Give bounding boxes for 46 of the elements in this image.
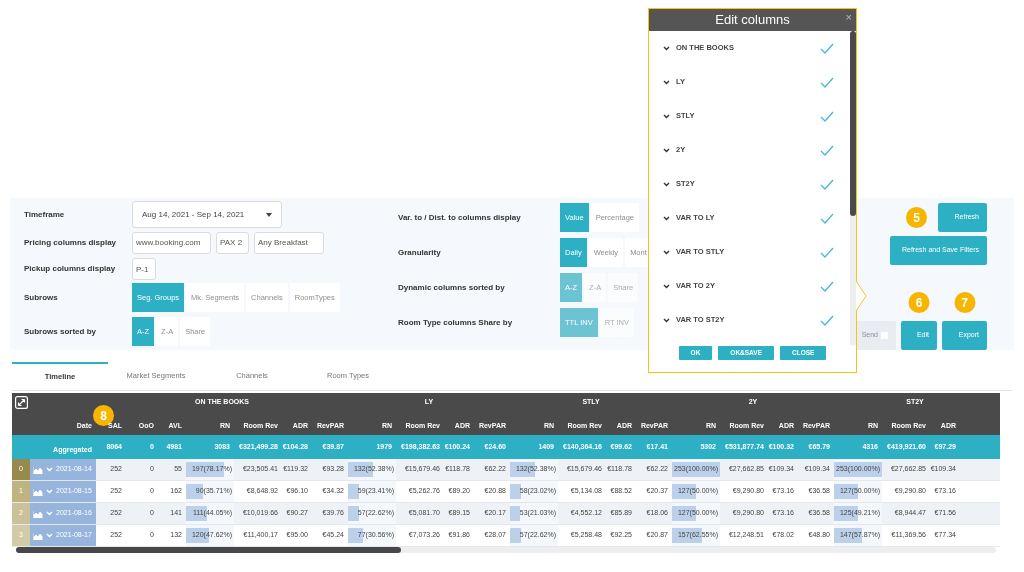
check-icon[interactable] (820, 212, 834, 224)
expand-icon[interactable] (14, 395, 28, 409)
filter-label: Subrows sorted by (24, 325, 97, 338)
callout-number-badge: 6 (908, 292, 930, 313)
scrollbar-thumb[interactable] (16, 547, 401, 553)
filter-label: Room Type columns Share by (398, 316, 514, 329)
check-icon[interactable] (820, 178, 834, 190)
area-chart-icon[interactable] (33, 531, 43, 540)
chevron-down-icon[interactable] (663, 113, 670, 119)
filter-label: Pickup columns display (24, 263, 117, 276)
dialog-title: Edit columns (715, 11, 790, 30)
callout-number-badge: 7 (954, 292, 975, 313)
caret-icon (266, 212, 272, 217)
input-field[interactable]: www.booking.com (132, 231, 211, 254)
filter-label: Var. to / Dist. to columns display (398, 211, 522, 224)
chevron-down-icon[interactable] (663, 147, 670, 153)
scrollbar-thumb[interactable] (850, 31, 856, 216)
chevron-down-icon[interactable] (663, 181, 670, 187)
check-icon[interactable] (820, 76, 834, 88)
input-field[interactable]: P-1 (132, 258, 156, 281)
check-icon[interactable] (820, 110, 834, 122)
callout-number-badge: 5 (906, 207, 927, 228)
chevron-down-icon[interactable] (663, 215, 670, 221)
check-icon[interactable] (820, 280, 834, 292)
filter-label: Dynamic columns sorted by (398, 281, 506, 294)
filter-label: Granularity (398, 246, 442, 259)
chevron-down-icon[interactable] (663, 45, 670, 51)
chevron-down-icon[interactable] (663, 249, 670, 255)
timeframe-dropdown[interactable]: Aug 14, 2021 - Sep 14, 2021 (132, 201, 282, 229)
input-field[interactable]: PAX 2 (216, 231, 249, 254)
close-button[interactable]: × (845, 12, 852, 23)
chevron-down-icon[interactable] (663, 317, 670, 323)
filter-label: Timeframe (24, 208, 66, 221)
filter-label: Subrows (24, 291, 59, 304)
horizontal-scrollbar[interactable] (16, 547, 996, 553)
check-icon[interactable] (820, 246, 834, 258)
input-field[interactable]: Any Breakfast (254, 231, 324, 254)
chevron-down-icon[interactable] (663, 283, 670, 289)
check-icon[interactable] (820, 42, 834, 54)
chevron-down-icon[interactable] (663, 79, 670, 85)
check-icon[interactable] (820, 144, 834, 156)
check-icon[interactable] (820, 314, 834, 326)
area-chart-icon[interactable] (33, 465, 43, 474)
filter-label: Pricing columns display (24, 236, 118, 249)
area-chart-icon[interactable] (33, 487, 43, 496)
area-chart-icon[interactable] (33, 509, 43, 518)
